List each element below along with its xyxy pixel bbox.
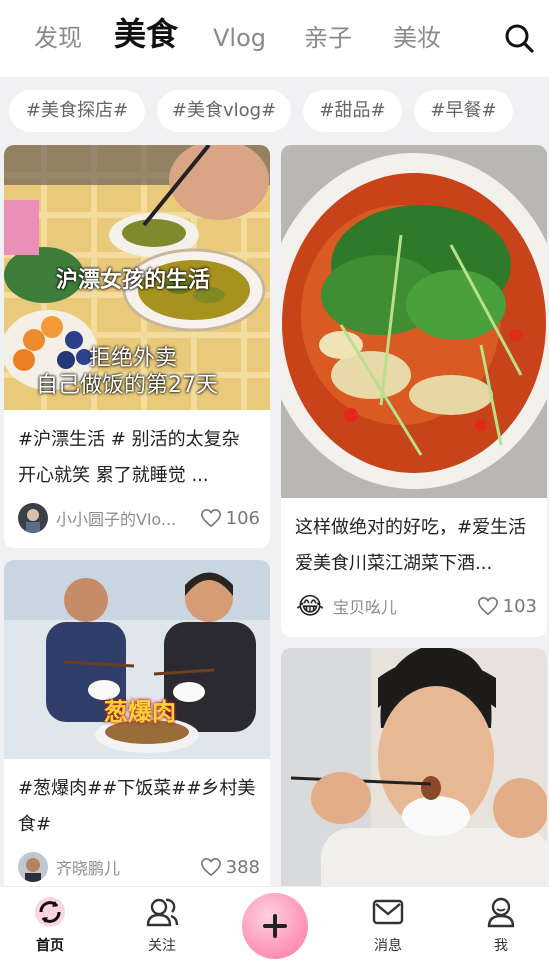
create-post-button[interactable] — [242, 893, 308, 959]
message-icon — [372, 899, 404, 925]
overlay-title: 葱爆肉 — [104, 698, 176, 726]
tab-parenting[interactable]: 亲子 — [304, 22, 352, 54]
nav-label: 我 — [494, 938, 508, 954]
heart-icon — [477, 596, 498, 616]
feed-card[interactable]: 葱爆肉 #葱爆肉##下饭菜##乡村美食# 齐晓鹏儿 388 — [4, 560, 270, 900]
avatar[interactable] — [18, 852, 48, 882]
nav-label: 消息 — [374, 938, 402, 954]
nav-profile[interactable]: 我 — [471, 895, 531, 955]
author-name[interactable]: 齐晓鹏儿 — [56, 855, 194, 879]
nav-label: 关注 — [148, 938, 176, 954]
like-count: 388 — [225, 856, 260, 878]
search-icon[interactable] — [503, 22, 535, 54]
feed-card[interactable]: 沪漂女孩的生活 拒绝外卖 自己做饭的第27天 #沪漂生活 # 别活的太复杂 开心… — [4, 145, 270, 548]
avatar[interactable] — [18, 503, 48, 533]
video-thumbnail[interactable] — [281, 648, 547, 908]
tab-food[interactable]: 美食 — [114, 14, 178, 58]
card-title: #沪漂生活 # 别活的太复杂 开心就笑 累了就睡觉 ... — [18, 429, 240, 486]
hashtag-chip[interactable]: #美食vlog# — [157, 90, 291, 132]
like-button[interactable]: 388 — [200, 857, 260, 878]
card-title: #葱爆肉##下饭菜##乡村美食# — [18, 778, 256, 835]
tab-beauty[interactable]: 美妆 — [393, 22, 441, 54]
nav-follow[interactable]: 关注 — [132, 895, 192, 955]
home-refresh-icon — [35, 897, 65, 927]
feed-card[interactable] — [281, 648, 547, 908]
card-meta: 😂 宝贝吆儿 103 — [295, 589, 537, 623]
nav-messages[interactable]: 消息 — [358, 895, 418, 955]
card-meta: 齐晓鹏儿 388 — [18, 850, 260, 884]
overlay-subtitle: 自己做饭的第27天 — [36, 373, 218, 398]
hashtag-chip[interactable]: #美食探店# — [9, 90, 145, 132]
video-thumbnail[interactable] — [281, 145, 547, 498]
tab-vlog[interactable]: Vlog — [213, 22, 266, 54]
feed-card[interactable]: 这样做绝对的好吃，#爱生活爱美食川菜江湖菜下酒... 😂 宝贝吆儿 103 — [281, 145, 547, 637]
tab-discover[interactable]: 发现 — [34, 22, 82, 54]
hashtag-chip[interactable]: #甜品# — [303, 90, 402, 132]
card-title: 这样做绝对的好吃，#爱生活爱美食川菜江湖菜下酒... — [295, 517, 527, 574]
avatar[interactable]: 😂 — [295, 591, 325, 621]
follow-icon — [146, 898, 179, 927]
author-name[interactable]: 宝贝吆儿 — [333, 594, 471, 618]
overlay-title: 沪漂女孩的生活 — [56, 268, 211, 293]
video-thumbnail[interactable]: 葱爆肉 — [4, 560, 270, 759]
hashtag-chip[interactable]: #早餐# — [414, 90, 513, 132]
like-button[interactable]: 106 — [200, 508, 260, 529]
heart-icon — [200, 857, 221, 877]
like-count: 106 — [225, 507, 260, 529]
like-button[interactable]: 103 — [477, 596, 537, 617]
author-name[interactable]: 小小圆子的Vlo... — [56, 506, 194, 530]
nav-home[interactable]: 首页 — [20, 895, 80, 955]
like-count: 103 — [502, 595, 537, 617]
profile-icon — [487, 897, 515, 928]
video-thumbnail[interactable]: 沪漂女孩的生活 拒绝外卖 自己做饭的第27天 — [4, 145, 270, 410]
heart-icon — [200, 508, 221, 528]
laughing-emoji-icon: 😂 — [295, 592, 325, 620]
card-meta: 小小圆子的Vlo... 106 — [18, 501, 260, 535]
top-nav-bar: 发现 美食 Vlog 亲子 美妆 — [0, 0, 549, 78]
nav-label: 首页 — [36, 938, 64, 954]
